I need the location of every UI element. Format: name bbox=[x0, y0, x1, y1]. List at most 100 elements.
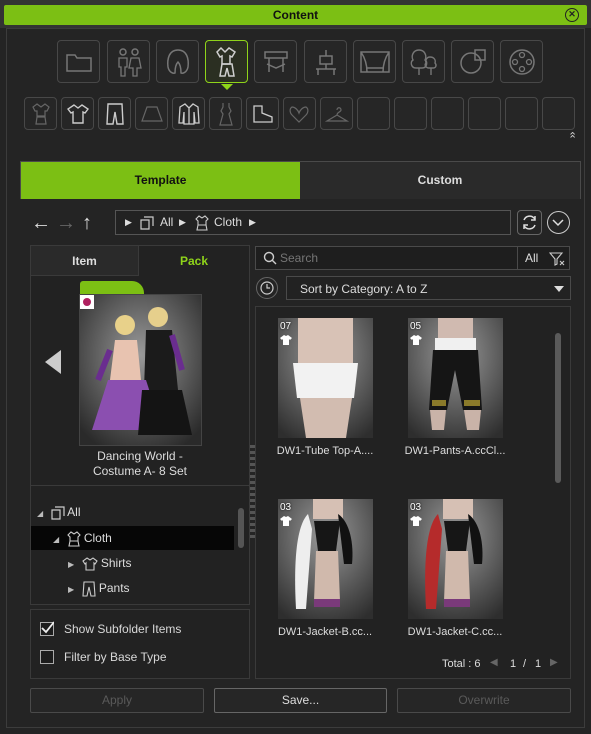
shirt-icon bbox=[81, 557, 98, 571]
show-subfolder-checkbox[interactable] bbox=[40, 621, 54, 636]
cloth-icon[interactable] bbox=[205, 40, 248, 83]
grid-item-jacket-c[interactable]: 03 bbox=[408, 499, 503, 619]
back-arrow-icon[interactable]: ← bbox=[31, 213, 51, 233]
grid-item-tube-top[interactable]: 07 bbox=[278, 318, 373, 438]
forward-arrow-icon[interactable]: → bbox=[56, 213, 76, 233]
pants-icon[interactable] bbox=[98, 97, 131, 130]
search-input[interactable] bbox=[280, 249, 510, 267]
shirt-icon[interactable] bbox=[61, 97, 94, 130]
item-count: 05 bbox=[410, 321, 422, 332]
prev-pack-arrow-icon[interactable] bbox=[45, 350, 61, 374]
all-folder-icon bbox=[50, 506, 65, 520]
tab-pack[interactable]: Pack bbox=[139, 246, 249, 276]
gloves-icon[interactable] bbox=[283, 97, 316, 130]
breadcrumb: ▶ All ▶ Cloth ▶ bbox=[115, 210, 511, 235]
expand-arrow-icon[interactable]: ▶ bbox=[68, 585, 74, 594]
pie-icon[interactable] bbox=[451, 40, 494, 83]
furniture-icon[interactable] bbox=[254, 40, 297, 83]
shirt-icon bbox=[280, 516, 292, 526]
shoes-icon[interactable] bbox=[246, 97, 279, 130]
overwrite-button[interactable]: Overwrite bbox=[397, 688, 571, 713]
refresh-icon[interactable] bbox=[517, 210, 542, 235]
apply-button[interactable]: Apply bbox=[30, 688, 204, 713]
tree-item-all[interactable]: ◢ All bbox=[37, 500, 237, 524]
filter-label[interactable]: All bbox=[525, 251, 538, 265]
empty-slot-3 bbox=[431, 97, 464, 130]
tree-item-pants[interactable]: ▶ Pants bbox=[68, 576, 228, 600]
breadcrumb-cloth[interactable]: Cloth bbox=[214, 211, 242, 234]
folder-icon[interactable] bbox=[57, 40, 100, 83]
shirt-icon bbox=[410, 335, 422, 345]
hanger-icon[interactable] bbox=[320, 97, 353, 130]
breadcrumb-chevron-icon[interactable]: ▶ bbox=[125, 211, 132, 234]
filter-base-label: Filter by Base Type bbox=[64, 650, 167, 664]
item-label: DW1-Tube Top-A.... bbox=[276, 445, 374, 457]
pack-title: Dancing World - Costume A- 8 Set bbox=[80, 449, 200, 479]
expand-arrow-icon[interactable]: ◢ bbox=[37, 509, 43, 518]
show-subfolder-label: Show Subfolder Items bbox=[64, 622, 182, 636]
current-page[interactable]: 1 bbox=[510, 658, 516, 670]
empty-slot-6 bbox=[542, 97, 575, 130]
next-page-icon[interactable]: ▶ bbox=[550, 657, 558, 668]
cloth-small-icon bbox=[195, 211, 209, 234]
title-bar-accent: Content ✕ bbox=[4, 5, 587, 25]
cloth-small-icon bbox=[66, 531, 81, 547]
tab-template[interactable]: Template bbox=[21, 162, 300, 199]
jacket-icon[interactable] bbox=[172, 97, 205, 130]
divider bbox=[31, 485, 249, 486]
stage-set-icon[interactable] bbox=[353, 40, 396, 83]
item-label: DW1-Pants-A.ccCl... bbox=[404, 445, 506, 457]
chevron-down-icon bbox=[554, 286, 564, 292]
up-arrow-icon[interactable]: ↑ bbox=[82, 213, 92, 233]
search-divider bbox=[517, 247, 518, 269]
tree-item-cloth[interactable]: ◢ Cloth bbox=[31, 526, 234, 550]
save-button[interactable]: Save... bbox=[214, 688, 387, 713]
skirt-icon[interactable] bbox=[135, 97, 168, 130]
search-bar: All bbox=[255, 246, 570, 270]
tab-item[interactable]: Item bbox=[31, 246, 139, 276]
grid-scrollbar[interactable] bbox=[555, 333, 561, 483]
stage-icon[interactable] bbox=[304, 40, 347, 83]
filter-icon[interactable] bbox=[549, 252, 565, 266]
tab-custom[interactable]: Custom bbox=[300, 162, 580, 199]
all-folder-icon bbox=[140, 211, 154, 234]
media-icon[interactable] bbox=[500, 40, 543, 83]
main-tabs: Template Custom bbox=[20, 161, 581, 199]
tree-label: Cloth bbox=[83, 531, 112, 545]
breadcrumb-chevron-icon[interactable]: ▶ bbox=[249, 211, 256, 234]
grid-item-pants[interactable]: 05 bbox=[408, 318, 503, 438]
expand-arrow-icon[interactable]: ▶ bbox=[68, 560, 74, 569]
empty-slot-1 bbox=[357, 97, 390, 130]
breadcrumb-all[interactable]: All bbox=[160, 211, 173, 234]
prev-page-icon[interactable]: ◀ bbox=[490, 657, 498, 668]
grid-item-jacket-b[interactable]: 03 bbox=[278, 499, 373, 619]
dropdown-circle-icon[interactable] bbox=[547, 211, 570, 234]
dress-icon[interactable] bbox=[209, 97, 242, 130]
tree-icon[interactable] bbox=[402, 40, 445, 83]
tree-scrollbar[interactable] bbox=[238, 508, 244, 548]
tree-label: Shirts bbox=[100, 556, 132, 570]
empty-slot-4 bbox=[468, 97, 501, 130]
sort-dropdown[interactable]: Sort by Category: A to Z bbox=[286, 276, 571, 300]
tree-item-shirts[interactable]: ▶ Shirts bbox=[68, 551, 228, 575]
hair-icon[interactable] bbox=[156, 40, 199, 83]
total-count: Total : 6 bbox=[442, 658, 481, 670]
collapse-icon-lower: ⌃ bbox=[568, 134, 578, 146]
options-panel bbox=[30, 609, 250, 679]
people-icon[interactable] bbox=[107, 40, 150, 83]
filter-base-checkbox[interactable] bbox=[40, 650, 54, 664]
breadcrumb-chevron-icon[interactable]: ▶ bbox=[179, 211, 186, 234]
close-icon[interactable]: ✕ bbox=[565, 8, 579, 22]
cloth-all-icon[interactable] bbox=[24, 97, 57, 130]
pack-title-line2: Costume A- 8 Set bbox=[92, 464, 188, 478]
history-icon[interactable] bbox=[256, 277, 278, 299]
title-bar: Content ✕ bbox=[0, 0, 591, 28]
item-label: DW1-Jacket-C.cc... bbox=[407, 626, 503, 638]
active-tab-caret bbox=[221, 84, 233, 90]
pack-thumbnail[interactable] bbox=[79, 294, 202, 446]
expand-arrow-icon[interactable]: ◢ bbox=[53, 535, 59, 544]
pack-folder-tab bbox=[80, 281, 144, 295]
shirt-icon bbox=[280, 335, 292, 345]
total-pages: 1 bbox=[535, 658, 542, 670]
sort-label: Sort by Category: A to Z bbox=[300, 282, 428, 296]
